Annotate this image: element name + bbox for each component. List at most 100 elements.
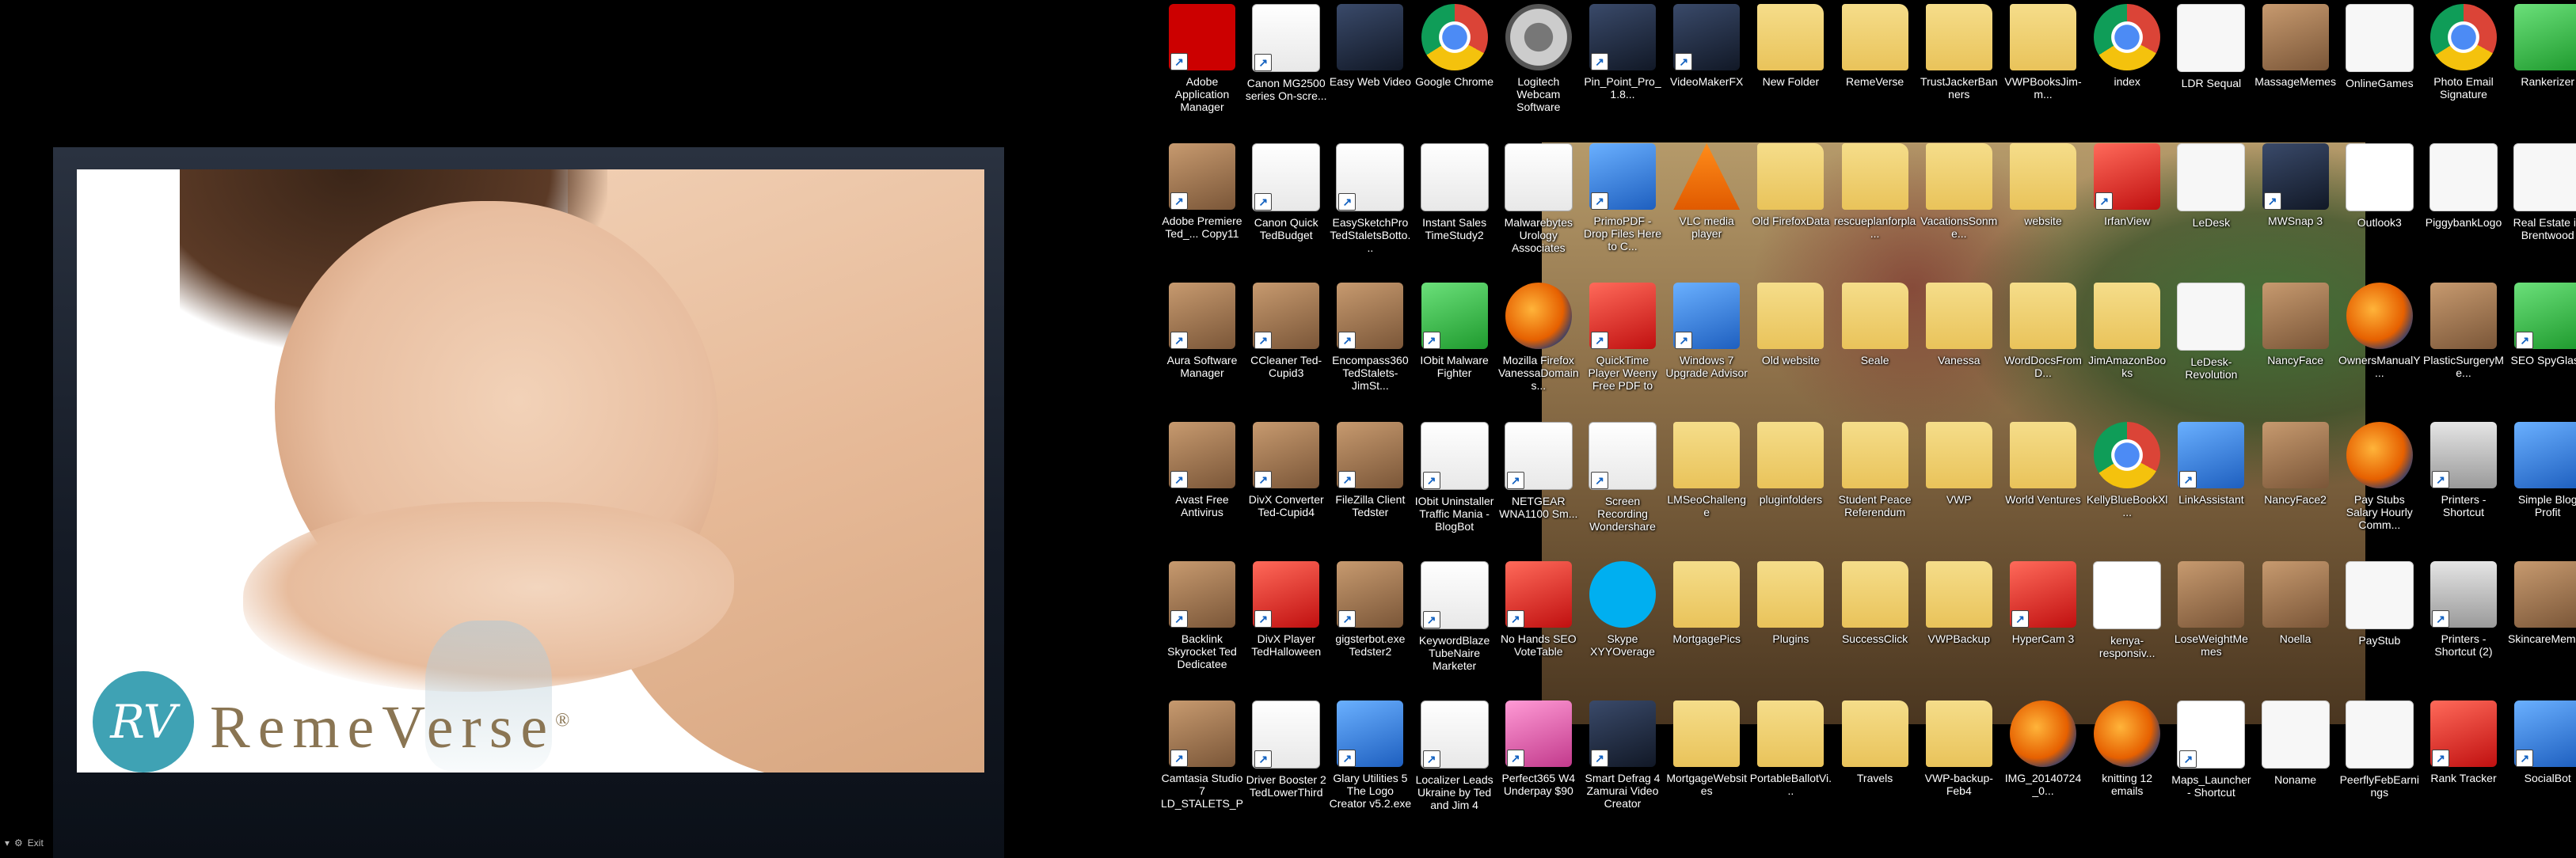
desktop-icon[interactable]: Logitech Webcam Software xyxy=(1497,1,1580,131)
exit-button[interactable]: Exit xyxy=(28,837,44,849)
desktop-icon[interactable]: ↗ PrimoPDF - Drop Files Here to C... xyxy=(1581,140,1664,270)
desktop-icon[interactable]: ↗ DivX Converter Ted-Cupid4 xyxy=(1245,419,1327,549)
viewer-menu-button[interactable]: ▾ xyxy=(5,837,10,849)
desktop-icon[interactable]: OnlineGames xyxy=(2338,1,2421,131)
desktop-icon[interactable]: ↗ MWSnap 3 xyxy=(2254,140,2337,270)
desktop-icon[interactable]: PlasticSurgeryMe... xyxy=(2422,279,2505,409)
desktop-icon[interactable]: JimAmazonBooks xyxy=(2086,279,2168,409)
desktop-icon[interactable]: World Ventures xyxy=(2002,419,2084,549)
desktop-icon[interactable]: Easy Web Video xyxy=(1329,1,1411,131)
desktop-icon[interactable]: NancyFace2 xyxy=(2254,419,2337,549)
desktop-icon[interactable]: ↗ Localizer Leads Ukraine by Ted and Jim … xyxy=(1414,697,1496,827)
desktop-icon[interactable]: index xyxy=(2086,1,2168,131)
desktop-icon[interactable]: Pay Stubs Salary Hourly Comm... xyxy=(2338,419,2421,549)
desktop-icon[interactable]: RemeVerse xyxy=(1834,1,1916,131)
desktop-icon[interactable]: ↗ Printers - Shortcut (2) xyxy=(2422,558,2505,688)
desktop-icon[interactable]: Photo Email Signature xyxy=(2422,1,2505,131)
desktop-icon[interactable]: LoseWeightMemes xyxy=(2170,558,2252,688)
desktop-icon[interactable]: NancyFace xyxy=(2254,279,2337,409)
desktop-icon[interactable]: Outlook3 xyxy=(2338,140,2421,270)
desktop-icon[interactable]: website xyxy=(2002,140,2084,270)
desktop-icon[interactable]: New Folder xyxy=(1749,1,1832,131)
desktop-icon[interactable]: SuccessClick xyxy=(1834,558,1916,688)
desktop-icon[interactable]: ↗ IrfanView xyxy=(2086,140,2168,270)
desktop-icon[interactable]: Noname xyxy=(2254,697,2337,827)
desktop-icon[interactable]: Simple Blog Profit xyxy=(2506,419,2576,549)
desktop-icon[interactable]: ↗ Smart Defrag 4 Zamurai Video Creator xyxy=(1581,697,1664,827)
desktop-icon[interactable]: VLC media player xyxy=(1665,140,1748,270)
desktop-icon[interactable]: VacationsSonme... xyxy=(1918,140,2000,270)
desktop-icon[interactable]: ↗ Camtasia Studio 7 LD_STALETS_P... xyxy=(1161,697,1243,827)
desktop-icon[interactable]: ↗ Pin_Point_Pro_1.8... xyxy=(1581,1,1664,131)
desktop-icon[interactable]: pluginfolders xyxy=(1749,419,1832,549)
desktop-icon[interactable]: ↗ Encompass360 TedStalets-JimSt... xyxy=(1329,279,1411,409)
desktop-icon[interactable]: ↗ CCleaner Ted-Cupid3 xyxy=(1245,279,1327,409)
desktop-icon[interactable]: Student Peace Referendum xyxy=(1834,419,1916,549)
desktop-icon[interactable]: WordDocsFromD... xyxy=(2002,279,2084,409)
desktop-icon[interactable]: Malwarebytes Urology Associates xyxy=(1497,140,1580,270)
desktop-icon[interactable]: ↗ Canon MG2500 series On-scre... xyxy=(1245,1,1327,131)
desktop-icon[interactable]: ↗ Canon Quick TedBudget xyxy=(1245,140,1327,270)
desktop-icon[interactable]: Rankerizer xyxy=(2506,1,2576,131)
desktop-icon[interactable]: LeDesk xyxy=(2170,140,2252,270)
desktop-icon[interactable]: OwnersManualY... xyxy=(2338,279,2421,409)
desktop-icon[interactable]: ↗ Windows 7 Upgrade Advisor xyxy=(1665,279,1748,409)
desktop-icon[interactable]: knitting 12 emails xyxy=(2086,697,2168,827)
desktop-icon[interactable]: LeDesk-Revolution xyxy=(2170,279,2252,409)
desktop-icon[interactable]: Google Chrome xyxy=(1414,1,1496,131)
desktop-icon[interactable]: ↗ FileZilla Client Tedster xyxy=(1329,419,1411,549)
desktop-icon[interactable]: ↗ SEO SpyGlass xyxy=(2506,279,2576,409)
desktop-icon[interactable]: rescueplanforpla... xyxy=(1834,140,1916,270)
desktop-icon[interactable]: PortableBallotVi... xyxy=(1749,697,1832,827)
desktop-icon[interactable]: Travels xyxy=(1834,697,1916,827)
desktop-icon[interactable]: ↗ Rank Tracker xyxy=(2422,697,2505,827)
desktop-icon[interactable]: PayStub xyxy=(2338,558,2421,688)
desktop-icon[interactable]: Real Estate in Brentwood xyxy=(2506,140,2576,270)
desktop-icon[interactable]: ↗ Aura Software Manager xyxy=(1161,279,1243,409)
desktop-icon[interactable]: MortgageWebsites xyxy=(1665,697,1748,827)
desktop-icon[interactable]: MassageMemes xyxy=(2254,1,2337,131)
desktop-icon[interactable]: ↗ VideoMakerFX xyxy=(1665,1,1748,131)
desktop-icon[interactable]: SkincareMemes xyxy=(2506,558,2576,688)
desktop-icon[interactable]: ↗ HyperCam 3 xyxy=(2002,558,2084,688)
desktop-icon[interactable]: Mozilla Firefox VanessaDomains... xyxy=(1497,279,1580,409)
desktop-icon[interactable]: ↗ EasySketchPro TedStaletsBotto... xyxy=(1329,140,1411,270)
desktop-icon[interactable]: Vanessa xyxy=(1918,279,2000,409)
desktop-icon[interactable]: ↗ IObit Uninstaller Traffic Mania - BlogB… xyxy=(1414,419,1496,549)
desktop-icon[interactable]: ↗ IObit Malware Fighter xyxy=(1414,279,1496,409)
desktop-icon[interactable]: ↗ QuickTime Player Weeny Free PDF to Imag… xyxy=(1581,279,1664,409)
desktop-icon[interactable]: VWP-backup-Feb4 xyxy=(1918,697,2000,827)
desktop-icon[interactable]: ↗ Screen Recording Wondershare Video Stub… xyxy=(1581,419,1664,549)
desktop-icon[interactable]: Seale xyxy=(1834,279,1916,409)
desktop-icon[interactable]: PeerflyFebEarnings xyxy=(2338,697,2421,827)
desktop-icon[interactable]: ↗ DivX Player TedHalloween xyxy=(1245,558,1327,688)
desktop-icon[interactable]: VWPBooksJim-m... xyxy=(2002,1,2084,131)
desktop-icon[interactable]: Old FirefoxData xyxy=(1749,140,1832,270)
desktop-icon[interactable]: Noella xyxy=(2254,558,2337,688)
desktop-icon[interactable]: TrustJackerBanners xyxy=(1918,1,2000,131)
gear-icon[interactable]: ⚙ xyxy=(14,837,23,849)
desktop-icon[interactable]: LMSeoChallenge xyxy=(1665,419,1748,549)
desktop-icon[interactable]: Instant Sales TimeStudy2 xyxy=(1414,140,1496,270)
desktop-icon[interactable]: IMG_20140724_0... xyxy=(2002,697,2084,827)
desktop-icon[interactable]: Old website xyxy=(1749,279,1832,409)
desktop-icon[interactable]: ↗ Maps_Launcher - Shortcut xyxy=(2170,697,2252,827)
desktop-icon[interactable]: Skype XYYOverage xyxy=(1581,558,1664,688)
desktop-icon[interactable]: VWP xyxy=(1918,419,2000,549)
desktop-icon[interactable]: ↗ LinkAssistant xyxy=(2170,419,2252,549)
desktop-icon[interactable]: ↗ SocialBot xyxy=(2506,697,2576,827)
desktop-icon[interactable]: PiggybankLogo xyxy=(2422,140,2505,270)
desktop-icon[interactable]: ↗ Driver Booster 2 TedLowerThird xyxy=(1245,697,1327,827)
desktop-icon[interactable]: ↗ Adobe Application Manager xyxy=(1161,1,1243,131)
desktop-icon[interactable]: ↗ KeywordBlaze TubeNaire Marketer xyxy=(1414,558,1496,688)
desktop-icon[interactable]: ↗ Avast Free Antivirus xyxy=(1161,419,1243,549)
desktop-icon[interactable]: KellyBlueBookXl... xyxy=(2086,419,2168,549)
desktop-icon[interactable]: VWPBackup xyxy=(1918,558,2000,688)
desktop-icon[interactable]: Plugins xyxy=(1749,558,1832,688)
desktop-icon[interactable]: LDR Sequal xyxy=(2170,1,2252,131)
desktop-icon[interactable]: ↗ NETGEAR WNA1100 Sm... xyxy=(1497,419,1580,549)
desktop-icon[interactable]: ↗ No Hands SEO VoteTable xyxy=(1497,558,1580,688)
desktop-icon[interactable]: ↗ Adobe Premiere Ted_... Copy11 xyxy=(1161,140,1243,270)
desktop-icon[interactable]: ↗ Perfect365 W4 Underpay $90 xyxy=(1497,697,1580,827)
desktop-icon[interactable]: kenya-responsiv... xyxy=(2086,558,2168,688)
